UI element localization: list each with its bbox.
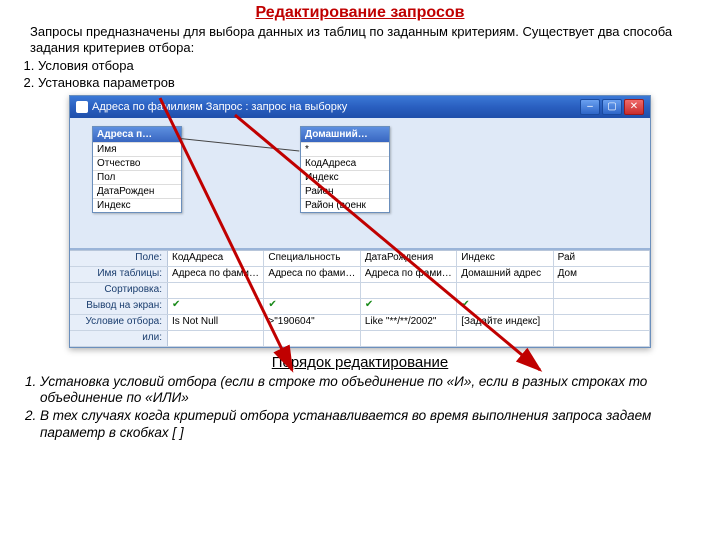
grid-cell[interactable]: КодАдреса: [168, 251, 264, 266]
table-box-2[interactable]: Домашний… * КодАдреса Индекс Район Район…: [300, 126, 390, 213]
grid-cell[interactable]: Like "**/**/2002": [361, 315, 457, 330]
grid-checkbox[interactable]: [457, 299, 553, 314]
grid-cell[interactable]: [554, 331, 650, 346]
grid-cell[interactable]: Адреса по фамили: [361, 267, 457, 282]
minimize-button[interactable]: –: [580, 99, 600, 115]
criteria-list: Условия отбора Установка параметров: [0, 57, 720, 91]
list-item: Условия отбора: [38, 57, 720, 74]
grid-cell[interactable]: Адреса по фамили: [264, 267, 360, 282]
grid-label-sort: Сортировка:: [70, 283, 168, 298]
table-field[interactable]: Индекс: [301, 170, 389, 184]
close-button[interactable]: ✕: [624, 99, 644, 115]
table-field[interactable]: Район (военк: [301, 198, 389, 212]
table-field[interactable]: Индекс: [93, 198, 181, 212]
table-field[interactable]: Пол: [93, 170, 181, 184]
grid-cell[interactable]: Адреса по фамили: [168, 267, 264, 282]
grid-checkbox[interactable]: [168, 299, 264, 314]
grid-cell[interactable]: Специальность: [264, 251, 360, 266]
grid-cell[interactable]: [457, 331, 553, 346]
maximize-button[interactable]: ▢: [602, 99, 622, 115]
grid-cell[interactable]: >"190604": [264, 315, 360, 330]
table-field[interactable]: ДатаРожден: [93, 184, 181, 198]
grid-cell[interactable]: [554, 283, 650, 298]
query-editor-window: Адреса по фамилиям Запрос : запрос на вы…: [69, 95, 651, 348]
grid-cell[interactable]: [264, 331, 360, 346]
grid-label-or: или:: [70, 331, 168, 346]
query-grid: Поле: КодАдреса Специальность ДатаРожден…: [70, 250, 650, 347]
grid-cell[interactable]: Домашний адрес: [457, 267, 553, 282]
grid-checkbox[interactable]: [554, 299, 650, 314]
grid-cell[interactable]: [168, 331, 264, 346]
table-box-1[interactable]: Адреса п… Имя Отчество Пол ДатаРожден Ин…: [92, 126, 182, 213]
table-field[interactable]: Имя: [93, 142, 181, 156]
relation-line: [180, 138, 299, 152]
table-field[interactable]: *: [301, 142, 389, 156]
grid-cell[interactable]: Дом: [554, 267, 650, 282]
grid-cell[interactable]: [264, 283, 360, 298]
grid-cell[interactable]: [457, 283, 553, 298]
table-title: Домашний…: [301, 127, 389, 142]
app-icon: [76, 101, 88, 113]
relations-pane: Адреса п… Имя Отчество Пол ДатаРожден Ин…: [70, 118, 650, 250]
grid-label-show: Вывод на экран:: [70, 299, 168, 314]
page-title: Редактирование запросов: [0, 0, 720, 24]
grid-cell[interactable]: ДатаРождения: [361, 251, 457, 266]
grid-cell[interactable]: [361, 331, 457, 346]
window-titlebar: Адреса по фамилиям Запрос : запрос на вы…: [70, 96, 650, 118]
grid-label-cond: Условие отбора:: [70, 315, 168, 330]
list-item: Установка условий отбора (если в строке …: [40, 373, 692, 408]
table-field[interactable]: Отчество: [93, 156, 181, 170]
list-item: Установка параметров: [38, 74, 720, 91]
grid-cell[interactable]: Индекс: [457, 251, 553, 266]
table-field[interactable]: КодАдреса: [301, 156, 389, 170]
grid-checkbox[interactable]: [264, 299, 360, 314]
grid-cell[interactable]: [Задайте индекс]: [457, 315, 553, 330]
grid-checkbox[interactable]: [361, 299, 457, 314]
procedure-list: Установка условий отбора (если в строке …: [0, 373, 720, 443]
grid-cell[interactable]: Is Not Null: [168, 315, 264, 330]
intro-text: Запросы предназначены для выбора данных …: [0, 24, 720, 57]
sub-heading: Порядок редактирование: [0, 354, 720, 371]
grid-cell[interactable]: [168, 283, 264, 298]
window-caption: Адреса по фамилиям Запрос : запрос на вы…: [92, 101, 347, 113]
grid-label-field: Поле:: [70, 251, 168, 266]
list-item: В тех случаях когда критерий отбора уста…: [40, 407, 692, 442]
table-title: Адреса п…: [93, 127, 181, 142]
grid-cell[interactable]: [361, 283, 457, 298]
grid-cell[interactable]: [554, 315, 650, 330]
table-field[interactable]: Район: [301, 184, 389, 198]
grid-label-table: Имя таблицы:: [70, 267, 168, 282]
grid-cell[interactable]: Рай: [554, 251, 650, 266]
